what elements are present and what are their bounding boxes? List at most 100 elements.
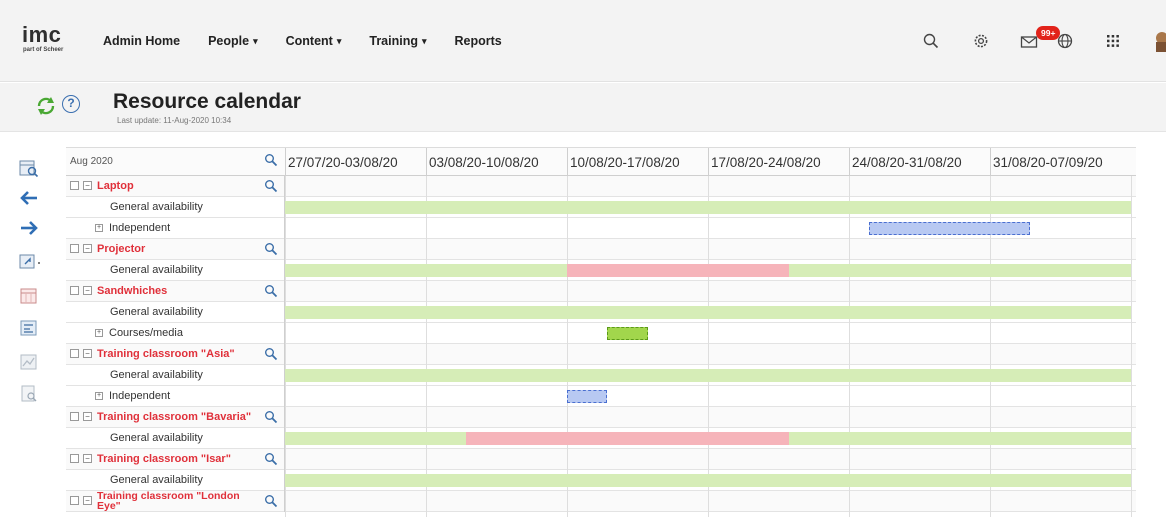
resource-name-link[interactable]: Training classroom "Isar"	[97, 453, 231, 465]
search-icon[interactable]	[264, 410, 278, 427]
row-label: General availability	[66, 260, 285, 281]
available-bar	[285, 306, 1131, 319]
search-icon[interactable]	[264, 242, 278, 259]
resource-checkbox[interactable]	[70, 454, 79, 463]
collapse-icon[interactable]: −	[83, 412, 92, 421]
week-column-header[interactable]: 17/08/20-24/08/20	[708, 148, 849, 177]
availability-label: General availability	[110, 201, 203, 213]
search-icon[interactable]	[264, 347, 278, 364]
nav-admin-home[interactable]: Admin Home	[103, 34, 180, 48]
resource-name-link[interactable]: Training classroom "Bavaria"	[97, 411, 251, 423]
next-arrow-icon[interactable]	[18, 218, 40, 238]
resource-name-link[interactable]: Sandwhiches	[97, 285, 167, 297]
calendar-view-icon[interactable]	[18, 158, 40, 178]
week-column-header[interactable]: 10/08/20-17/08/20	[567, 148, 708, 177]
row-label: General availability	[66, 197, 285, 218]
available-bar	[788, 264, 1131, 277]
collapse-icon[interactable]: −	[83, 244, 92, 253]
nav-training[interactable]: Training ▾	[369, 34, 426, 48]
search-icon[interactable]	[922, 32, 940, 53]
refresh-icon[interactable]	[36, 97, 56, 118]
search-icon[interactable]	[264, 179, 278, 196]
resource-calendar-grid: Aug 2020 27/07/20-03/08/20 03/08/20-10/08…	[66, 147, 1136, 517]
available-bar	[285, 474, 1131, 487]
logo-text: imc	[22, 22, 62, 47]
chevron-down-icon: ▾	[422, 36, 427, 46]
availability-label: General availability	[110, 369, 203, 381]
chevron-down-icon: ▾	[336, 36, 342, 46]
row-label: − Training classroom "Isar"	[66, 449, 285, 470]
nav-label: Admin Home	[103, 34, 181, 48]
main-nav: Admin Home People ▾ Content ▾ Training ▾ Report…	[103, 34, 530, 48]
calendar-row: − Training classroom "Isar"	[66, 449, 1136, 470]
collapse-icon[interactable]: −	[83, 454, 92, 463]
calendar-row: − Training classroom "Asia"	[66, 344, 1136, 365]
previous-arrow-icon[interactable]	[18, 188, 40, 208]
availability-label: General availability	[110, 432, 203, 444]
resource-checkbox[interactable]	[70, 496, 79, 505]
collapse-icon[interactable]: −	[83, 181, 92, 190]
row-label: − Training classroom "Bavaria"	[66, 407, 285, 428]
resource-checkbox[interactable]	[70, 412, 79, 421]
subgroup-label: Independent	[109, 222, 171, 234]
availability-label: General availability	[110, 474, 203, 486]
resource-checkbox[interactable]	[70, 349, 79, 358]
calendar-row: − Laptop	[66, 176, 1136, 197]
week-column-header[interactable]: 03/08/20-10/08/20	[426, 148, 567, 177]
resource-name-link[interactable]: Training classroom "London Eye"	[97, 491, 257, 511]
subgroup-label: Courses/media	[109, 327, 183, 339]
booking-bar[interactable]	[869, 222, 1031, 235]
chart-icon[interactable]	[18, 352, 40, 372]
booking-bar[interactable]	[567, 390, 608, 403]
nav-reports[interactable]: Reports	[455, 34, 502, 48]
available-bar	[285, 432, 467, 445]
export-icon[interactable]	[18, 252, 40, 272]
calendar-row: − Projector	[66, 239, 1136, 260]
apps-grid-icon[interactable]	[1106, 34, 1120, 51]
resource-checkbox[interactable]	[70, 286, 79, 295]
nav-content[interactable]: Content ▾	[286, 34, 342, 48]
subgroup-label: Independent	[109, 390, 171, 402]
search-icon[interactable]	[264, 153, 278, 170]
row-label: − Laptop	[66, 176, 285, 197]
expand-icon[interactable]: +	[95, 329, 103, 337]
row-label: + Courses/media	[66, 323, 285, 344]
search-icon[interactable]	[264, 452, 278, 469]
search-icon[interactable]	[264, 494, 278, 511]
imc-logo[interactable]: imc part of Scheer	[22, 22, 63, 54]
resource-name-link[interactable]: Projector	[97, 243, 145, 255]
row-label: + Independent	[66, 218, 285, 239]
collapse-icon[interactable]: −	[83, 349, 92, 358]
week-column-header[interactable]: 24/08/20-31/08/20	[849, 148, 990, 177]
collapse-icon[interactable]: −	[83, 496, 92, 505]
nav-people[interactable]: People ▾	[208, 34, 258, 48]
user-avatar[interactable]	[1152, 30, 1166, 55]
help-icon[interactable]: ?	[62, 95, 80, 113]
expand-icon[interactable]: +	[95, 392, 103, 400]
week-column-header[interactable]: 31/08/20-07/09/20	[990, 148, 1131, 177]
row-label: − Sandwhiches	[66, 281, 285, 302]
week-gridline	[426, 176, 427, 517]
last-update-text: Last update: 11-Aug-2020 10:34	[117, 116, 232, 125]
week-gridline	[849, 176, 850, 517]
expand-icon[interactable]: +	[95, 224, 103, 232]
week-column-header[interactable]: 27/07/20-03/08/20	[285, 148, 426, 177]
month-label: Aug 2020	[70, 156, 113, 167]
media-booking-bar[interactable]	[607, 327, 648, 340]
collapse-icon[interactable]: −	[83, 286, 92, 295]
search-icon[interactable]	[264, 284, 278, 301]
week-gridline	[567, 176, 568, 517]
resource-checkbox[interactable]	[70, 244, 79, 253]
available-bar	[285, 264, 567, 277]
messages-icon[interactable]	[1020, 34, 1038, 53]
resource-checkbox[interactable]	[70, 181, 79, 190]
calendar-icon[interactable]	[18, 286, 40, 306]
resource-name-link[interactable]: Laptop	[97, 180, 134, 192]
top-navigation-bar: imc part of Scheer Admin Home People ▾ Cont…	[0, 0, 1166, 82]
report-icon[interactable]	[18, 384, 40, 404]
settings-icon[interactable]	[972, 32, 990, 53]
calendar-row: − Training classroom "Bavaria"	[66, 407, 1136, 428]
availability-label: General availability	[110, 306, 203, 318]
resource-name-link[interactable]: Training classroom "Asia"	[97, 348, 235, 360]
resource-planning-icon[interactable]	[18, 318, 40, 338]
